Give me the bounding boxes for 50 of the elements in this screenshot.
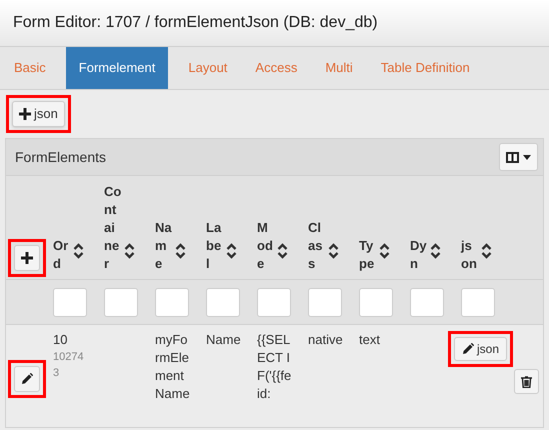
- column-header[interactable]: Type: [359, 237, 377, 273]
- column-header[interactable]: Mode: [257, 219, 275, 273]
- window-title: Form Editor: 1707 / formElementJson (DB: dev_db): [0, 0, 549, 47]
- column-header[interactable]: Name: [155, 219, 173, 273]
- tab[interactable]: Formelement: [66, 47, 168, 89]
- filter-field[interactable]: [410, 288, 444, 316]
- filter-field[interactable]: [155, 288, 189, 316]
- columns-icon: [506, 152, 519, 162]
- edit-json-button[interactable]: json: [454, 337, 508, 361]
- cell-subtext: 102743: [53, 350, 85, 381]
- sort-icon[interactable]: [481, 243, 492, 259]
- pencil-icon: [21, 373, 33, 385]
- filter-field[interactable]: [257, 288, 291, 316]
- sort-icon[interactable]: [175, 243, 186, 259]
- panel-title: FormElements: [15, 148, 106, 166]
- column-header[interactable]: Container: [104, 183, 122, 273]
- column-header[interactable]: Label: [206, 219, 224, 273]
- sort-icon[interactable]: [277, 243, 288, 259]
- column-header[interactable]: Ord: [53, 237, 71, 273]
- table-cell-text: text: [359, 331, 381, 349]
- sort-icon[interactable]: [73, 243, 84, 259]
- table-cell-text: 10: [53, 331, 68, 349]
- filter-field[interactable]: [359, 288, 393, 316]
- caret-icon: [523, 154, 531, 160]
- columns-dropdown-button[interactable]: [499, 143, 538, 171]
- add-row-button[interactable]: [14, 245, 40, 271]
- sort-icon[interactable]: [328, 243, 339, 259]
- sort-icon[interactable]: [430, 243, 441, 259]
- table-cell: myFormElementName: [155, 331, 191, 403]
- column-header[interactable]: Dyn: [410, 237, 428, 273]
- column-header[interactable]: json: [461, 237, 479, 273]
- filter-field[interactable]: [206, 288, 240, 316]
- edit-button[interactable]: [14, 366, 40, 392]
- filter-field[interactable]: [461, 288, 495, 316]
- filter-field[interactable]: [104, 288, 138, 316]
- filter-field[interactable]: [53, 288, 87, 316]
- sort-icon[interactable]: [226, 243, 237, 259]
- plus-icon: [19, 108, 31, 120]
- column-header[interactable]: Class: [308, 219, 326, 273]
- table-cell-text: {{SELECT IF('{{feid:: [257, 331, 292, 403]
- trash-icon: [521, 376, 532, 388]
- pencil-icon: [462, 343, 474, 355]
- delete-button[interactable]: [514, 369, 539, 394]
- add-json-button[interactable]: json: [12, 101, 65, 127]
- plus-icon: [21, 252, 33, 264]
- filter-field[interactable]: [308, 288, 342, 316]
- table-cell: native: [308, 331, 344, 349]
- sort-icon[interactable]: [124, 243, 135, 259]
- sort-icon[interactable]: [379, 243, 390, 259]
- table-cell: Name: [206, 331, 242, 349]
